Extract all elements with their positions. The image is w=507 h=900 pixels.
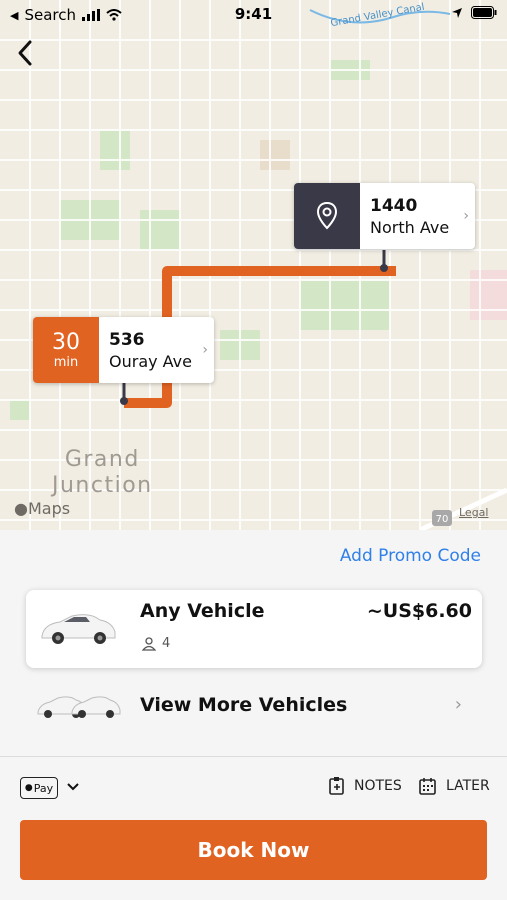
eta-value: 30 xyxy=(52,329,80,355)
cars-icon xyxy=(37,696,121,718)
location-pin-icon xyxy=(316,201,338,230)
pickup-street: Ouray Ave xyxy=(109,351,192,371)
notes-label: NOTES xyxy=(354,778,402,794)
destination-number: 1440 xyxy=(370,195,418,216)
schedule-later-button[interactable]: LATER xyxy=(418,776,490,796)
highway-shield: 70 xyxy=(436,514,449,525)
divider xyxy=(0,756,507,757)
location-arrow-icon xyxy=(452,7,462,18)
booking-options: ● Pay NOTES LATER xyxy=(0,774,507,802)
destination-point xyxy=(380,264,388,272)
vehicle-card[interactable]: Any Vehicle ~US$6.60 4 xyxy=(26,590,482,668)
notes-icon xyxy=(329,777,344,795)
payment-method-button[interactable]: ● Pay xyxy=(20,777,58,799)
notes-button[interactable]: NOTES xyxy=(328,776,402,796)
map-view[interactable]: 70 ◀ Search 9:41 Grand Valley Canal 1440… xyxy=(0,0,507,530)
city-label: Grand Junction xyxy=(52,447,153,499)
vehicle-price: ~US$6.60 xyxy=(366,600,472,622)
chevron-right-icon: › xyxy=(463,208,469,224)
city-label-line1: Grand xyxy=(64,447,140,472)
person-icon xyxy=(142,636,156,651)
later-label: LATER xyxy=(446,778,490,794)
add-promo-code-link[interactable]: Add Promo Code xyxy=(340,546,481,566)
status-bar: ◀ Search 9:41 xyxy=(0,0,507,30)
maps-logo: ●Maps xyxy=(14,499,70,518)
pickup-number: 536 xyxy=(109,329,145,350)
view-more-vehicles-button[interactable]: View More Vehicles › xyxy=(26,684,482,728)
destination-callout[interactable]: 1440 North Ave › xyxy=(294,183,475,249)
vehicle-name: Any Vehicle xyxy=(140,600,265,622)
maps-brand: Maps xyxy=(27,499,71,518)
book-now-button[interactable]: Book Now xyxy=(20,820,487,880)
capacity-count: 4 xyxy=(162,636,171,651)
payment-method-label: Pay xyxy=(33,781,54,795)
eta-unit: min xyxy=(53,354,79,370)
booking-sheet: Add Promo Code Any Vehicle ~US$6.60 4 Vi… xyxy=(0,530,507,900)
chevron-right-icon: › xyxy=(454,694,462,715)
chevron-down-icon[interactable] xyxy=(66,777,80,797)
chevron-left-icon xyxy=(18,40,32,66)
city-label-line2: Junction xyxy=(52,473,153,498)
destination-badge xyxy=(294,183,360,249)
status-time: 9:41 xyxy=(234,5,273,23)
apple-logo-icon: ● xyxy=(14,499,28,518)
destination-street: North Ave xyxy=(370,217,450,237)
apple-logo-icon: ● xyxy=(24,783,33,793)
chevron-right-icon: › xyxy=(202,342,208,358)
legal-link[interactable]: Legal xyxy=(459,506,488,519)
eta-badge: 30 min xyxy=(33,317,99,383)
calendar-icon xyxy=(419,778,436,795)
pickup-callout[interactable]: 30 min 536 Ouray Ave › xyxy=(33,317,214,383)
pickup-point xyxy=(120,397,128,405)
vehicle-capacity: 4 xyxy=(142,636,170,651)
view-more-vehicles-label: View More Vehicles xyxy=(140,694,348,716)
back-button[interactable] xyxy=(12,36,42,70)
car-icon xyxy=(41,614,116,644)
battery-icon xyxy=(471,6,497,19)
